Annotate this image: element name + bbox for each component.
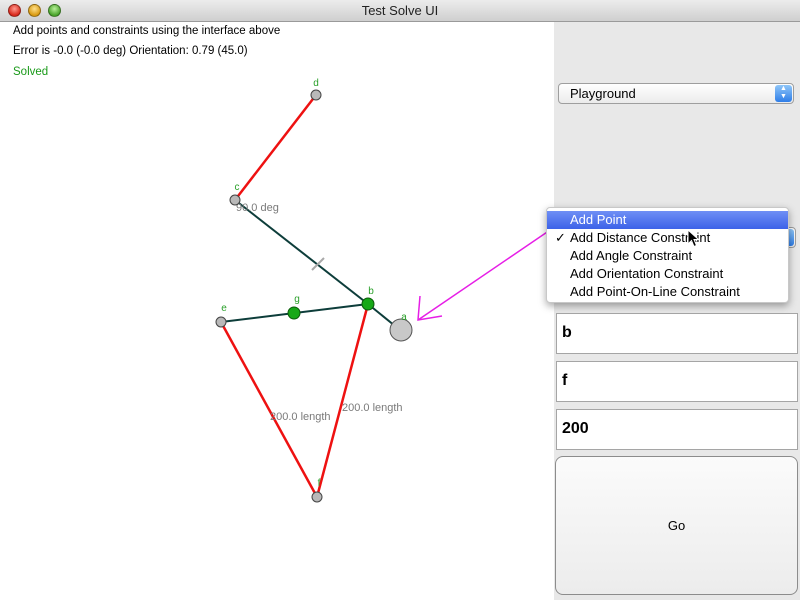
point-label-f: f bbox=[318, 478, 321, 489]
point-label-c: c bbox=[235, 182, 240, 193]
point-label-d: d bbox=[313, 78, 319, 89]
scene-select[interactable]: Playground ▲ ▼ bbox=[558, 83, 794, 104]
instructions-text: Add points and constraints using the int… bbox=[13, 25, 281, 37]
menu-item-add-distance-constraint[interactable]: ✓ Add Distance Constraint bbox=[547, 229, 788, 247]
point2-field[interactable]: f bbox=[556, 361, 798, 402]
scene-select-value: Playground bbox=[570, 86, 636, 101]
length-constraint-label: 200.0 length bbox=[270, 411, 331, 423]
title-bar: Test Solve UI bbox=[0, 0, 800, 22]
angle-constraint-label: 90.0 deg bbox=[236, 202, 279, 214]
error-readout: Error is -0.0 (-0.0 deg) Orientation: 0.… bbox=[13, 45, 248, 57]
mouse-cursor-icon bbox=[687, 229, 700, 248]
point-e[interactable] bbox=[215, 316, 227, 328]
go-button[interactable]: Go bbox=[555, 456, 798, 595]
select-arrows-icon: ▲▼ bbox=[775, 85, 792, 102]
window-title: Test Solve UI bbox=[361, 3, 439, 18]
length-constraint-label: 200.0 length bbox=[342, 402, 403, 414]
menu-item-label: Add Orientation Constraint bbox=[570, 266, 724, 281]
point-label-e: e bbox=[221, 303, 227, 314]
checkmark-icon: ✓ bbox=[555, 230, 566, 245]
point-g[interactable] bbox=[287, 306, 301, 320]
menu-item-add-orientation-constraint[interactable]: Add Orientation Constraint bbox=[547, 265, 788, 283]
point-b[interactable] bbox=[361, 297, 375, 311]
sketch-canvas[interactable] bbox=[0, 22, 554, 600]
point-label-g: g bbox=[294, 294, 300, 305]
solve-status: Solved bbox=[13, 66, 49, 78]
constraint-dropdown-menu: Add Point ✓ Add Distance Constraint Add A… bbox=[546, 207, 789, 303]
menu-item-label: Add Angle Constraint bbox=[570, 248, 693, 263]
menu-item-add-angle-constraint[interactable]: Add Angle Constraint bbox=[547, 247, 788, 265]
menu-item-add-point[interactable]: Add Point bbox=[547, 211, 788, 229]
point-label-a: a bbox=[401, 312, 407, 323]
menu-item-label: Add Point bbox=[570, 212, 627, 227]
value-field[interactable]: 200 bbox=[556, 409, 798, 450]
point-f[interactable] bbox=[311, 491, 323, 503]
menu-item-add-point-on-line-constraint[interactable]: Add Point-On-Line Constraint bbox=[547, 283, 788, 301]
point1-field[interactable]: b bbox=[556, 313, 798, 354]
menu-item-label: Add Point-On-Line Constraint bbox=[570, 284, 740, 299]
point-label-b: b bbox=[368, 286, 374, 297]
point-c[interactable] bbox=[229, 194, 241, 206]
point-d[interactable] bbox=[310, 89, 322, 101]
